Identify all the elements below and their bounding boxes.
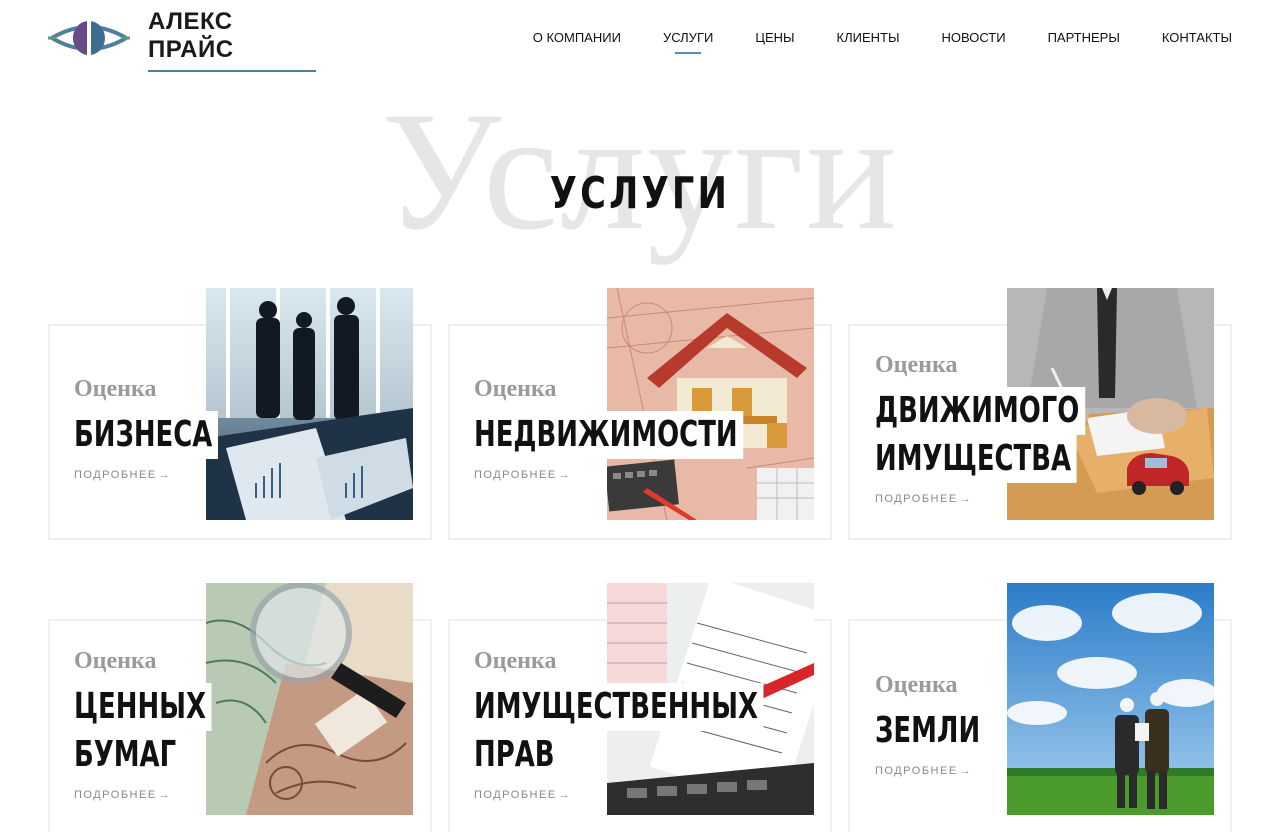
more-link-label: ПОДРОБНЕЕ — [474, 789, 557, 801]
eye-logo-icon — [46, 18, 132, 58]
card-text-land: Оценка ЗЕМЛИ ПОДРОБНЕЕ → — [875, 672, 1029, 777]
nav-item-services[interactable]: УСЛУГИ — [663, 30, 713, 45]
section-title: УСЛУГИ — [549, 168, 731, 219]
card-text-property-rights: Оценка ИМУЩЕСТВЕННЫХ ПРАВ ПОДРОБНЕЕ → — [474, 648, 876, 801]
arrow-right-icon: → — [959, 493, 973, 505]
land-field-icon — [1007, 583, 1214, 815]
more-link[interactable]: ПОДРОБНЕЕ → — [875, 493, 1167, 505]
more-link-label: ПОДРОБНЕЕ — [875, 765, 958, 777]
card-pre-label: Оценка — [474, 648, 557, 674]
arrow-right-icon: → — [959, 765, 973, 777]
card-title-line: ИМУЩЕСТВА — [875, 435, 1077, 483]
card-pre-label: Оценка — [74, 376, 157, 402]
card-title-line: БУМАГ — [74, 731, 182, 779]
card-pre-label: Оценка — [875, 352, 958, 378]
more-link-label: ПОДРОБНЕЕ — [74, 469, 157, 481]
card-title-line: ИМУЩЕСТВЕННЫХ — [474, 683, 764, 731]
arrow-right-icon: → — [158, 789, 172, 801]
card-text-real-estate: Оценка НЕДВИЖИМОСТИ ПОДРОБНЕЕ → — [474, 376, 848, 481]
card-text-business: Оценка БИЗНЕСА ПОДРОБНЕЕ → — [74, 376, 274, 481]
more-link[interactable]: ПОДРОБНЕЕ → — [74, 469, 274, 481]
nav-item-prices[interactable]: ЦЕНЫ — [755, 30, 794, 45]
card-pre-label: Оценка — [474, 376, 557, 402]
card-pre-label: Оценка — [74, 648, 157, 674]
more-link-label: ПОДРОБНЕЕ — [74, 789, 157, 801]
card-title-line: ДВИЖИМОГО — [875, 387, 1086, 435]
more-link[interactable]: ПОДРОБНЕЕ → — [474, 469, 848, 481]
arrow-right-icon: → — [558, 469, 572, 481]
brand-name: АЛЕКС ПРАЙС — [148, 8, 316, 72]
nav-item-contacts[interactable]: КОНТАКТЫ — [1162, 30, 1232, 45]
more-link-label: ПОДРОБНЕЕ — [875, 493, 958, 505]
nav-item-about[interactable]: О КОМПАНИИ — [533, 30, 621, 45]
card-title-line: ПРАВ — [474, 731, 561, 779]
card-title: БИЗНЕСА — [74, 411, 219, 459]
nav-item-news[interactable]: НОВОСТИ — [941, 30, 1005, 45]
more-link[interactable]: ПОДРОБНЕЕ → — [474, 789, 876, 801]
logo[interactable]: АЛЕКС ПРАЙС — [46, 8, 316, 72]
main-nav: О КОМПАНИИ УСЛУГИ ЦЕНЫ КЛИЕНТЫ НОВОСТИ П… — [491, 30, 1232, 45]
nav-item-partners[interactable]: ПАРТНЕРЫ — [1048, 30, 1120, 45]
more-link-label: ПОДРОБНЕЕ — [474, 469, 557, 481]
card-title: ЗЕМЛИ — [875, 707, 986, 755]
card-pre-label: Оценка — [875, 672, 958, 698]
arrow-right-icon: → — [558, 789, 572, 801]
arrow-right-icon: → — [158, 469, 172, 481]
nav-item-clients[interactable]: КЛИЕНТЫ — [837, 30, 900, 45]
card-text-movable-property: Оценка ДВИЖИМОГО ИМУЩЕСТВА ПОДРОБНЕЕ → — [875, 352, 1167, 505]
more-link[interactable]: ПОДРОБНЕЕ → — [875, 765, 1029, 777]
card-title: НЕДВИЖИМОСТИ — [474, 411, 744, 459]
site-header: АЛЕКС ПРАЙС О КОМПАНИИ УСЛУГИ ЦЕНЫ КЛИЕН… — [0, 0, 1280, 78]
card-title-line: ЦЕННЫХ — [74, 683, 212, 731]
more-link[interactable]: ПОДРОБНЕЕ → — [74, 789, 265, 801]
card-text-securities: Оценка ЦЕННЫХ БУМАГ ПОДРОБНЕЕ → — [74, 648, 265, 801]
